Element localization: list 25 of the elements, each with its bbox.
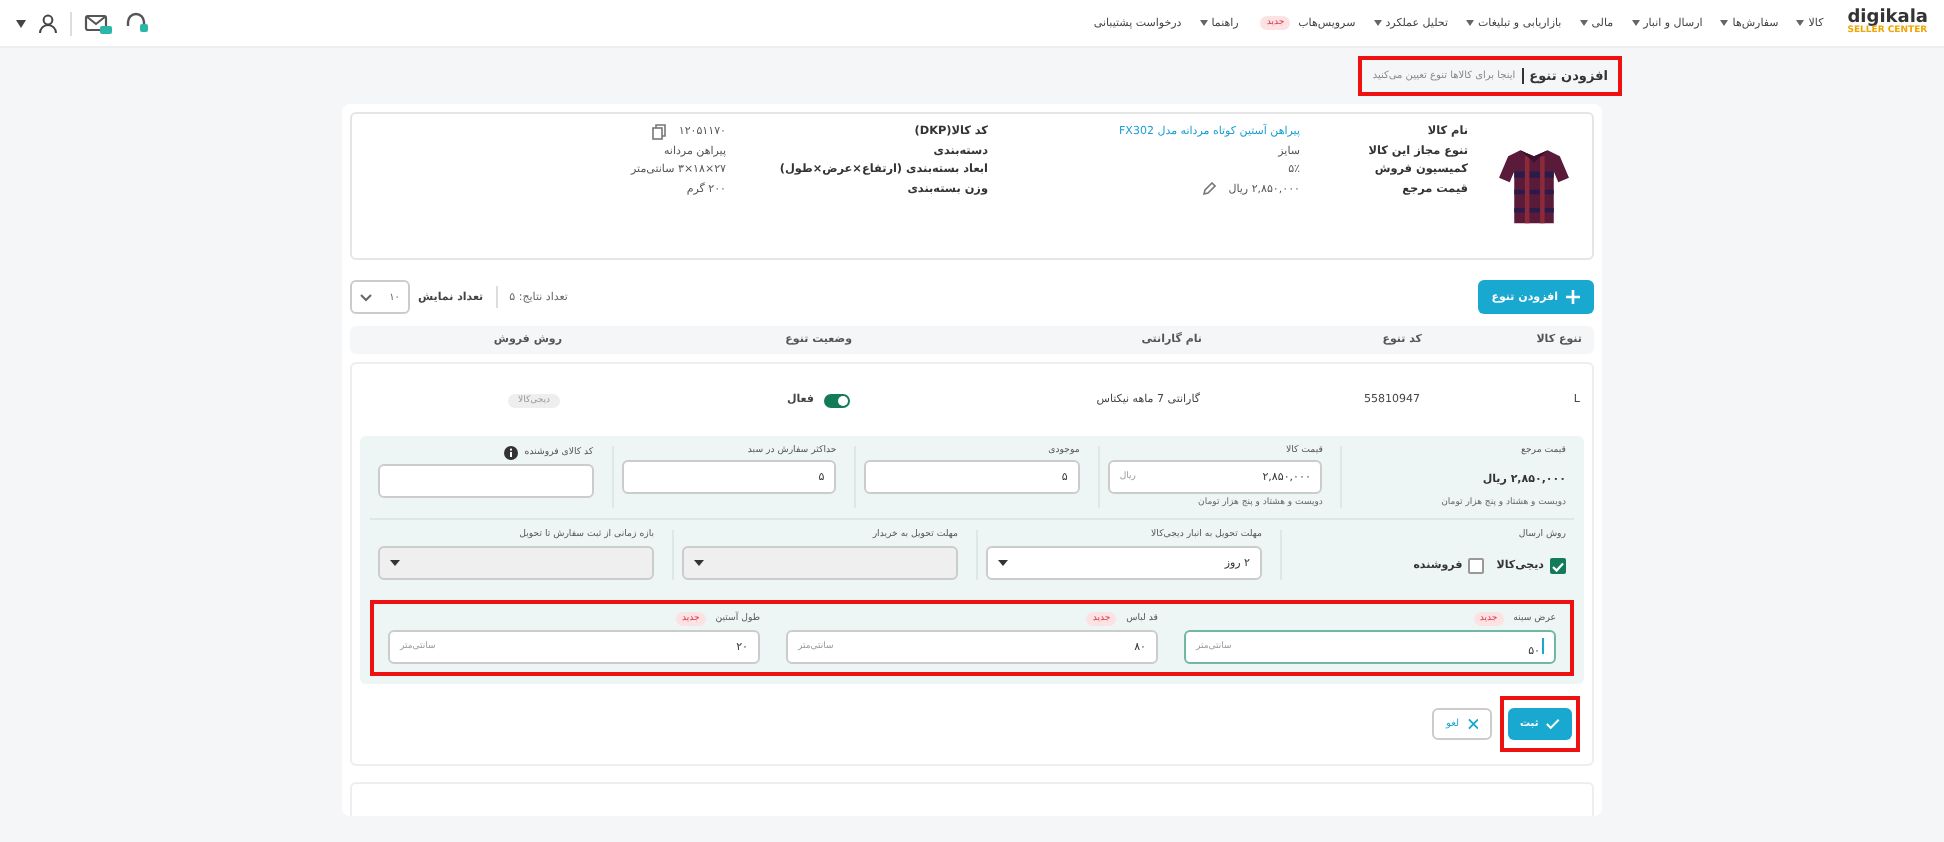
input-field[interactable]: [378, 464, 594, 498]
caret-icon: [694, 560, 704, 566]
caret-icon: [1373, 20, 1382, 26]
caret-icon: [998, 560, 1008, 566]
plus-icon: [1566, 290, 1580, 304]
caret-icon: [390, 560, 400, 566]
chevron-down-icon: [360, 293, 372, 301]
caret-icon: [1796, 20, 1805, 26]
status-toggle[interactable]: [824, 393, 850, 407]
copy-icon[interactable]: [652, 124, 667, 140]
caret-icon: [1720, 20, 1729, 26]
caret-icon: [1579, 20, 1588, 26]
caret-icon: [1199, 20, 1208, 26]
checkbox[interactable]: [1550, 558, 1566, 574]
support-icon[interactable]: [124, 12, 150, 34]
caret-icon: [1466, 20, 1474, 26]
caret-icon: [1631, 20, 1640, 26]
pencil-icon[interactable]: [1202, 182, 1217, 196]
check-icon: [1546, 718, 1560, 730]
user-icon[interactable]: [38, 13, 58, 33]
message-icon[interactable]: [84, 13, 112, 33]
info-icon: [504, 446, 519, 460]
close-icon: [1467, 718, 1478, 730]
caret-icon[interactable]: [16, 19, 26, 27]
checkbox[interactable]: [1468, 558, 1485, 574]
